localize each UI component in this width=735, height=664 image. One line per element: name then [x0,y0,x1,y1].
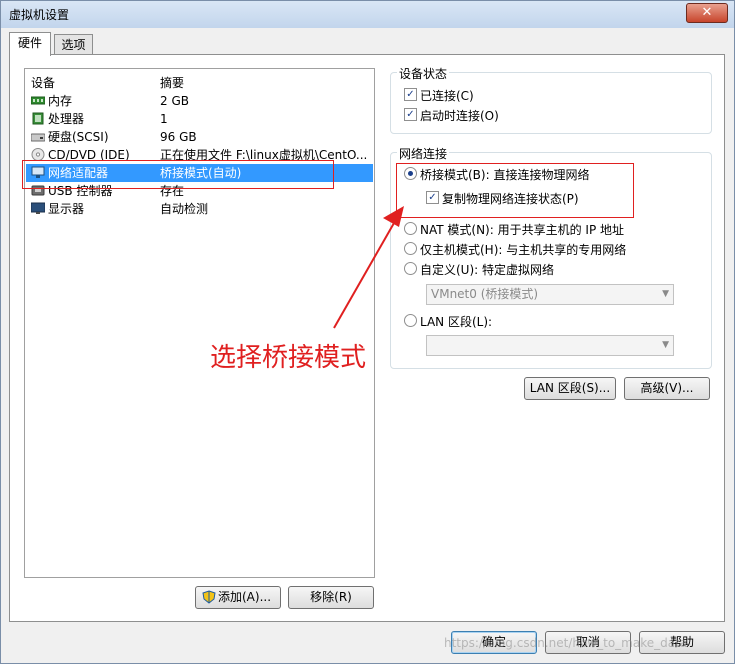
window-title: 虚拟机设置 [9,8,70,22]
device-column-header[interactable]: 设备 [31,74,55,91]
highlight-box-bridged [396,163,634,218]
custom-label[interactable]: 自定义(U): 特定虚拟网络 [420,261,554,278]
device-summary: 96 GB [160,130,197,144]
title-bar: 虚拟机设置 ✕ [1,1,734,28]
connected-label[interactable]: 已连接(C) [420,87,474,104]
device-summary: 1 [160,112,168,126]
tab-options[interactable]: 选项 [54,34,93,55]
device-summary: 自动检测 [160,202,209,216]
summary-column-header[interactable]: 摘要 [160,74,184,91]
memory-icon [31,96,45,105]
device-name: 处理器 [48,112,85,126]
connect-at-power-on-checkbox[interactable]: ✓ [404,108,417,121]
display-icon [31,202,45,214]
device-row-harddisk[interactable]: 硬盘(SCSI) 96 GB [26,128,373,146]
harddisk-icon [31,133,45,142]
tab-hardware[interactable]: 硬件 [9,32,51,56]
device-status-title: 设备状态 [397,65,450,82]
host-only-label[interactable]: 仅主机模式(H): 与主机共享的专用网络 [420,241,626,258]
device-row-processor[interactable]: 处理器 1 [26,110,373,128]
connect-at-power-on-label[interactable]: 启动时连接(O) [420,107,499,124]
device-name: 内存 [48,94,73,108]
custom-network-select[interactable]: VMnet0 (桥接模式) ▼ [426,284,674,305]
highlight-box-adapter-row [22,160,334,189]
annotation-text: 选择桥接模式 [210,343,367,373]
close-button[interactable]: ✕ [686,3,728,23]
watermark: https://blog.csdn.net/how_to_make_data [444,636,688,650]
device-summary: 2 GB [160,94,189,108]
lan-segment-select[interactable]: ▼ [426,335,674,356]
shield-icon [202,590,216,604]
nat-label[interactable]: NAT 模式(N): 用于共享主机的 IP 地址 [420,221,624,238]
chevron-down-icon: ▼ [662,340,669,350]
chevron-down-icon: ▼ [662,289,669,299]
advanced-button[interactable]: 高级(V)... [624,377,710,400]
device-row-memory[interactable]: 内存 2 GB [26,92,373,110]
custom-network-value: VMnet0 (桥接模式) [431,287,539,301]
processor-icon [32,112,44,125]
network-connection-title: 网络连接 [397,145,450,162]
annotation-arrow-icon [333,206,404,329]
connected-checkbox[interactable]: ✓ [404,88,417,101]
device-name: 显示器 [48,202,85,216]
lan-segment-label[interactable]: LAN 区段(L): [420,313,492,330]
remove-device-button[interactable]: 移除(R) [288,586,374,609]
add-device-button[interactable]: 添加(A)... [195,586,281,609]
add-device-label: 添加(A)... [218,590,272,604]
lan-segments-button[interactable]: LAN 区段(S)... [524,377,616,400]
device-name: 硬盘(SCSI) [48,130,109,144]
